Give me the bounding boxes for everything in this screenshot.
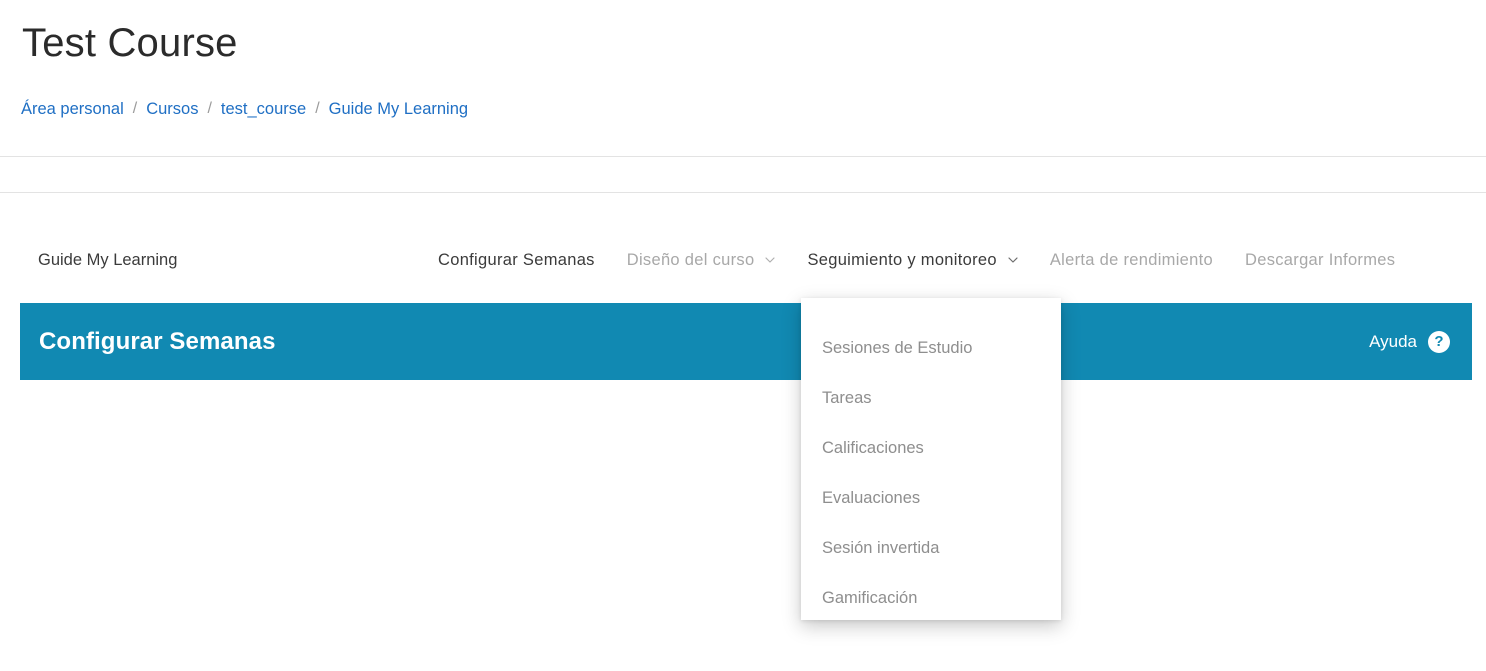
breadcrumb-item-guide-my-learning[interactable]: Guide My Learning [329,101,468,118]
chevron-down-icon [765,255,776,265]
nav-item-alerta-de-rendimiento[interactable]: Alerta de rendimiento [1050,251,1213,270]
breadcrumb-item-cursos[interactable]: Cursos [146,101,198,118]
breadcrumb-separator: / [315,100,320,118]
question-mark-icon: ? [1428,330,1450,353]
dropdown-item-calificaciones[interactable]: Calificaciones [801,423,1061,473]
nav-item-label: Descargar Informes [1245,251,1396,269]
dropdown-menu-seguimiento-y-monitoreo: Sesiones de Estudio Tareas Calificacione… [801,298,1061,620]
dropdown-item-label: Gamificación [822,589,918,607]
dropdown-item-label: Calificaciones [822,439,924,457]
dropdown-item-tareas[interactable]: Tareas [801,373,1061,423]
navbar-brand: Guide My Learning [38,251,178,269]
help-label: Ayuda [1369,331,1417,351]
banner-title: Configurar Semanas [39,327,276,355]
dropdown-item-evaluaciones[interactable]: Evaluaciones [801,473,1061,523]
page-title: Test Course [22,21,238,65]
section-banner: Configurar Semanas Ayuda ? [20,303,1472,380]
dropdown-item-label: Sesiones de Estudio [822,339,973,357]
breadcrumb-separator: / [132,100,138,118]
plugin-navbar: Guide My Learning Configurar Semanas Dis… [0,193,1486,293]
help-button[interactable]: Ayuda ? [1369,330,1450,353]
nav-item-label: Alerta de rendimiento [1049,251,1213,269]
dropdown-item-gamificacion[interactable]: Gamificación [801,573,1061,623]
dropdown-item-label: Sesión invertida [822,539,940,557]
divider-top [0,156,1486,157]
nav-item-descargar-informes[interactable]: Descargar Informes [1245,251,1395,270]
navbar-items: Configurar Semanas Diseño del curso Segu… [438,251,1395,270]
dropdown-item-label: Tareas [822,389,872,407]
breadcrumb-item-area-personal[interactable]: Área personal [21,101,124,118]
page-root: Test Course Área personal / Cursos / tes… [0,0,1486,671]
dropdown-item-sesion-invertida[interactable]: Sesión invertida [801,523,1061,573]
nav-item-diseno-del-curso[interactable]: Diseño del curso [627,251,776,270]
nav-item-label: Seguimiento y monitoreo [807,251,997,269]
breadcrumb: Área personal / Cursos / test_course / G… [21,101,468,118]
breadcrumb-item-test-course[interactable]: test_course [221,101,306,118]
dropdown-item-sesiones-de-estudio[interactable]: Sesiones de Estudio [801,323,1061,373]
breadcrumb-separator: / [207,100,212,118]
nav-item-configurar-semanas[interactable]: Configurar Semanas [438,251,595,270]
dropdown-item-label: Evaluaciones [822,489,921,507]
chevron-down-icon [1008,255,1018,265]
nav-item-label: Diseño del curso [626,251,755,269]
nav-item-seguimiento-y-monitoreo[interactable]: Seguimiento y monitoreo [807,251,1018,270]
nav-item-label: Configurar Semanas [438,251,595,269]
